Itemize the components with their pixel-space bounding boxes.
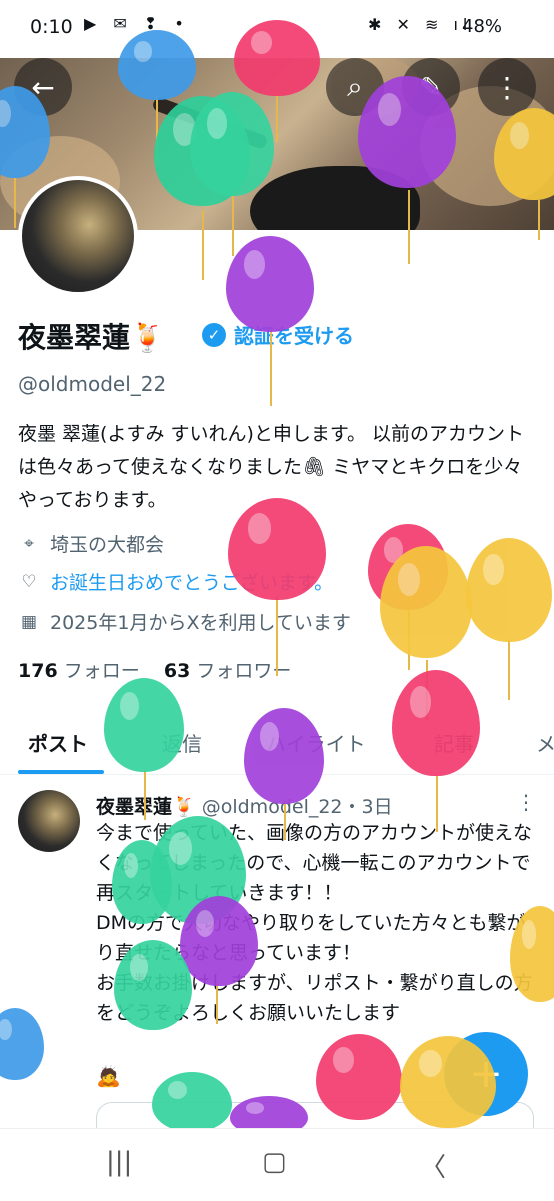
followers-count: 63 xyxy=(163,660,191,682)
joined-text: 2025年1月からXを利用しています xyxy=(50,612,351,634)
post-text: 今まで使っていた、画像の方のアカウントが使えなくなってしまったので、心機一転この… xyxy=(96,822,533,1024)
status-bar: 0:10 ▶ ✉ ❢ • ✱ ✕ ≋ ıl 48% xyxy=(0,0,554,58)
followers-link[interactable]: 63 フォロワー xyxy=(164,660,292,682)
more-vertical-icon: ⋮ xyxy=(493,70,521,104)
back-nav-button[interactable]: 〈 xyxy=(420,1147,446,1184)
profile-joined: ▦ 2025年1月からXを利用しています xyxy=(18,608,351,635)
tab-articles[interactable]: 記事 xyxy=(434,728,474,757)
post-avatar[interactable] xyxy=(18,790,80,852)
post-author[interactable]: 夜墨翠蓮🍹 xyxy=(96,796,196,818)
profile-avatar[interactable] xyxy=(18,176,138,296)
following-link[interactable]: 176 フォロー xyxy=(18,660,140,682)
post-more-icon[interactable]: ⋮ xyxy=(516,790,536,814)
post-handle-time: @oldmodel_22・3日 xyxy=(201,796,393,818)
status-time: 0:10 xyxy=(30,16,73,38)
profile-tabs: ポスト 返信 ハイライト 記事 メ xyxy=(0,700,554,775)
active-tab-indicator xyxy=(18,770,104,774)
more-button[interactable]: ⋮ xyxy=(478,58,536,116)
tab-posts[interactable]: ポスト xyxy=(28,728,88,757)
battery-level: 48% xyxy=(462,16,503,37)
location-text: 埼玉の大都会 xyxy=(50,534,165,556)
profile-location: ⌖ 埼玉の大都会 xyxy=(18,530,164,557)
post-header: 夜墨翠蓮🍹 @oldmodel_22・3日 xyxy=(96,792,393,819)
system-nav-bar: ||| ▢ 〈 xyxy=(0,1128,554,1201)
system-icons: ✱ ✕ ≋ ıl xyxy=(368,15,473,34)
edit-icon: ✎ xyxy=(419,70,443,104)
tab-highlights[interactable]: ハイライト xyxy=(266,728,366,757)
get-verified-button[interactable]: ✓ 認証を受ける xyxy=(202,320,354,349)
tab-media[interactable]: メ xyxy=(536,728,554,757)
search-icon: ⌕ xyxy=(347,70,363,103)
profile-birthday[interactable]: ♡ お誕生日おめでとうございます。 xyxy=(18,568,333,595)
verified-check-icon: ✓ xyxy=(202,322,226,347)
calendar-icon: ▦ xyxy=(20,611,38,632)
following-label: フォロー xyxy=(63,660,140,682)
post-emoji: 🙇 xyxy=(96,1064,121,1088)
home-button[interactable]: ▢ xyxy=(262,1147,287,1177)
search-button[interactable]: ⌕ xyxy=(326,58,384,116)
edit-button[interactable]: ✎ xyxy=(402,58,460,116)
location-pin-icon: ⌖ xyxy=(24,533,34,554)
balloon-icon: ♡ xyxy=(21,571,37,592)
following-count: 176 xyxy=(18,660,58,682)
get-verified-label: 認証を受ける xyxy=(234,324,354,348)
compose-button[interactable]: + xyxy=(444,1032,528,1116)
profile-handle: @oldmodel_22 xyxy=(18,372,167,396)
recent-apps-button[interactable]: ||| xyxy=(106,1147,132,1177)
back-arrow-icon: ← xyxy=(31,70,55,104)
birthday-text[interactable]: お誕生日おめでとうございます。 xyxy=(50,568,333,595)
follow-stats: 176 フォロー 63 フォロワー xyxy=(18,656,291,683)
profile-name: 夜墨翠蓮🍹 xyxy=(18,321,165,354)
back-button[interactable]: ← xyxy=(14,58,72,116)
followers-label: フォロワー xyxy=(196,660,292,682)
plus-icon: + xyxy=(469,1051,503,1097)
tab-replies[interactable]: 返信 xyxy=(162,728,202,757)
profile-bio: 夜墨 翠蓮(よすみ すいれん)と申します。 以前のアカウントは色々あって使えなく… xyxy=(18,423,525,511)
notification-icons: ▶ ✉ ❢ • xyxy=(84,14,190,33)
